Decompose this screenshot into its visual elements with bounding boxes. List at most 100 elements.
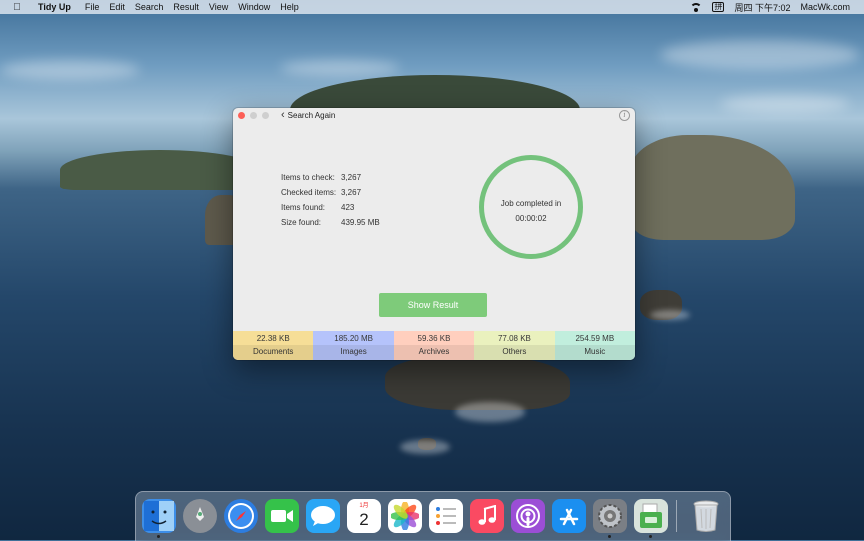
- chevron-left-icon: ‹: [281, 109, 285, 121]
- zoom-button[interactable]: [262, 112, 269, 119]
- dock: 1月 2: [135, 491, 731, 541]
- wifi-icon[interactable]: [690, 2, 703, 12]
- category-name: Archives: [393, 345, 475, 360]
- cloud: [0, 60, 140, 80]
- category-name: Documents: [233, 345, 314, 360]
- search-again-button[interactable]: ‹ Search Again: [281, 109, 336, 121]
- input-source-indicator[interactable]: 拼: [712, 2, 725, 12]
- stat-row: Items to check: 3,267: [281, 170, 380, 185]
- info-icon[interactable]: i: [619, 110, 630, 121]
- running-indicator: [649, 535, 652, 538]
- stat-row: Checked items: 3,267: [281, 185, 380, 200]
- trash-can-icon: [693, 500, 719, 532]
- apple-menu-icon[interactable]: : [10, 2, 24, 13]
- facetime-icon[interactable]: [265, 499, 299, 533]
- stat-value: 423: [341, 203, 355, 212]
- broadcast-icon: [516, 504, 540, 528]
- menu-site-label: MacWk.com: [800, 2, 851, 12]
- sea-foam: [400, 440, 450, 454]
- video-camera-icon: [271, 510, 293, 522]
- app-store-a-icon: [559, 508, 579, 526]
- search-again-label: Search Again: [287, 110, 336, 120]
- cloud: [280, 60, 400, 76]
- compass-icon: [228, 503, 254, 529]
- music-icon[interactable]: [470, 499, 504, 533]
- finder-icon[interactable]: [142, 499, 176, 533]
- menu-bar:  Tidy Up File Edit Search Result View W…: [0, 0, 864, 14]
- calendar-month: 1月: [359, 503, 369, 509]
- finder-face-icon: [144, 501, 174, 531]
- cloud: [720, 95, 850, 113]
- menu-window[interactable]: Window: [238, 2, 270, 12]
- podcasts-icon[interactable]: [511, 499, 545, 533]
- category-others[interactable]: 77.08 KB Others: [474, 331, 555, 360]
- photos-icon[interactable]: [388, 499, 422, 533]
- stat-value: 3,267: [341, 188, 362, 197]
- menu-result[interactable]: Result: [173, 2, 199, 12]
- trash-icon[interactable]: [689, 499, 723, 533]
- dock-separator: [676, 500, 677, 532]
- category-archives[interactable]: 59.36 KB Archives: [393, 331, 475, 360]
- tidy-up-icon[interactable]: [634, 499, 668, 533]
- checklist-icon: [436, 507, 456, 525]
- tidy-up-folder-icon: [640, 503, 662, 528]
- category-name: Others: [474, 345, 555, 360]
- category-name: Music: [554, 345, 635, 360]
- category-documents[interactable]: 22.38 KB Documents: [233, 331, 314, 360]
- gear-icon: [598, 504, 622, 528]
- tidy-up-window: ‹ Search Again i Items to check: 3,267 C…: [233, 108, 635, 360]
- menu-file[interactable]: File: [85, 2, 100, 12]
- stat-value: 439.95 MB: [341, 218, 380, 227]
- show-result-button[interactable]: Show Result: [379, 293, 487, 317]
- sea-foam: [650, 310, 690, 320]
- rocket-icon: [196, 507, 204, 521]
- stat-value: 3,267: [341, 173, 362, 182]
- calendar-icon[interactable]: 1月 2: [347, 499, 381, 533]
- app-store-icon[interactable]: [552, 499, 586, 533]
- reminders-icon[interactable]: [429, 499, 463, 533]
- stat-label: Items to check:: [281, 173, 335, 182]
- category-size: 185.20 MB: [313, 331, 394, 345]
- speech-bubble-icon: [311, 506, 335, 526]
- flower-icon: [391, 502, 419, 530]
- job-status: Job completed in 00:00:02: [479, 196, 583, 226]
- menu-clock[interactable]: 周四 下午7:02: [734, 1, 790, 14]
- category-size: 22.38 KB: [233, 331, 314, 345]
- island-hill: [60, 150, 260, 190]
- close-button[interactable]: [238, 112, 245, 119]
- island-cliff: [630, 135, 795, 240]
- cloud: [660, 40, 860, 70]
- sea-foam: [455, 402, 525, 422]
- menu-app-name[interactable]: Tidy Up: [38, 2, 71, 12]
- stat-label: Items found:: [281, 203, 326, 212]
- category-images[interactable]: 185.20 MB Images: [313, 331, 394, 360]
- menu-help[interactable]: Help: [280, 2, 299, 12]
- search-stats: Items to check: 3,267 Checked items: 3,2…: [281, 170, 380, 230]
- category-size: 254.59 MB: [554, 331, 635, 345]
- menu-search[interactable]: Search: [135, 2, 164, 12]
- category-size: 59.36 KB: [393, 331, 475, 345]
- messages-icon[interactable]: [306, 499, 340, 533]
- running-indicator: [608, 535, 611, 538]
- category-size: 77.08 KB: [474, 331, 555, 345]
- menu-bar-extras: 拼 周四 下午7:02 MacWk.com: [690, 0, 850, 14]
- job-status-label: Job completed in: [500, 199, 562, 208]
- running-indicator: [157, 535, 160, 538]
- category-bar: 22.38 KB Documents 185.20 MB Images 59.3…: [233, 331, 635, 360]
- safari-icon[interactable]: [224, 499, 258, 533]
- category-music[interactable]: 254.59 MB Music: [554, 331, 635, 360]
- music-note-icon: [478, 505, 496, 525]
- window-titlebar[interactable]: ‹ Search Again i: [233, 108, 635, 124]
- menu-view[interactable]: View: [209, 2, 228, 12]
- minimize-button[interactable]: [250, 112, 257, 119]
- launchpad-icon[interactable]: [183, 499, 217, 533]
- category-name: Images: [313, 345, 394, 360]
- menu-edit[interactable]: Edit: [109, 2, 125, 12]
- system-preferences-icon[interactable]: [593, 499, 627, 533]
- stat-label: Size found:: [281, 218, 322, 227]
- stat-row: Items found: 423: [281, 200, 380, 215]
- stat-label: Checked items:: [281, 188, 337, 197]
- stat-row: Size found: 439.95 MB: [281, 215, 380, 230]
- job-elapsed-time: 00:00:02: [515, 214, 547, 223]
- calendar-day: 2: [359, 510, 369, 529]
